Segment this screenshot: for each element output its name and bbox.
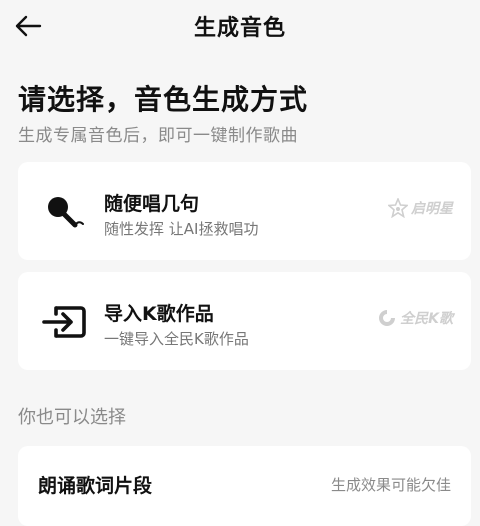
karaoke-logo-icon xyxy=(379,310,396,326)
top-bar: 生成音色 xyxy=(0,0,480,54)
option-card-sing[interactable]: 随便唱几句 随性发挥 让AI拯救唱功 启明星 xyxy=(18,162,471,260)
option-title: 导入K歌作品 xyxy=(104,303,214,325)
brand-watermark: 启明星 xyxy=(388,198,453,218)
brand-name: 启明星 xyxy=(411,201,453,217)
brand-name: 全民K歌 xyxy=(400,311,453,327)
brand-watermark: 全民K歌 xyxy=(377,308,453,328)
option-hint: 生成效果可能欠佳 xyxy=(330,476,451,494)
option-description: 一键导入全民K歌作品 xyxy=(104,330,249,348)
section-heading: 请选择，音色生成方式 xyxy=(18,83,309,116)
option-row-recite[interactable]: 朗诵歌词片段 生成效果可能欠佳 xyxy=(18,446,471,526)
option-description: 随性发挥 让AI拯救唱功 xyxy=(104,220,259,238)
section-subheading: 生成专属音色后，即可一键制作歌曲 xyxy=(18,126,298,146)
more-options-label: 你也可以选择 xyxy=(18,407,126,428)
star-logo-icon xyxy=(388,198,408,218)
option-title: 朗诵歌词片段 xyxy=(38,475,153,497)
option-title: 随便唱几句 xyxy=(104,193,200,215)
import-icon xyxy=(40,300,88,344)
page-title: 生成音色 xyxy=(193,16,286,41)
option-card-import[interactable]: 导入K歌作品 一键导入全民K歌作品 全民K歌 xyxy=(18,272,471,370)
microphone-icon xyxy=(40,190,88,234)
